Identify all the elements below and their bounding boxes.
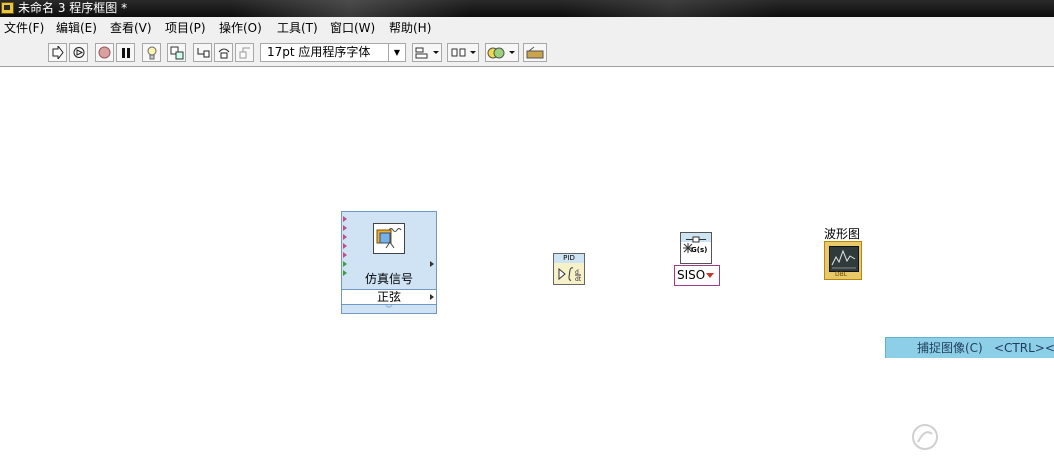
menu-tools[interactable]: 工具(T) — [277, 20, 318, 36]
svg-text:dt: dt — [575, 276, 582, 283]
pause-icon — [121, 47, 130, 58]
reorder-button[interactable] — [485, 43, 519, 62]
waveform-chart-terminal[interactable]: DBL — [824, 241, 862, 280]
distribute-objects-button[interactable] — [447, 43, 479, 62]
watermark-icon — [912, 424, 938, 450]
waveform-type-badge: DBL — [835, 271, 848, 278]
run-continuously-button[interactable] — [69, 43, 88, 62]
pid-integral-icon: d dt — [558, 267, 582, 283]
expand-node-handle[interactable]: ︾ — [342, 306, 436, 313]
menu-file[interactable]: 文件(F) — [4, 20, 44, 36]
menu-help[interactable]: 帮助(H) — [389, 20, 431, 36]
siso-dropdown-icon — [706, 273, 714, 278]
waveform-chart-icon — [829, 246, 859, 272]
retain-wire-values-button[interactable] — [167, 43, 186, 62]
output-terminal-arrow — [430, 261, 434, 267]
menu-window[interactable]: 窗口(W) — [330, 20, 375, 36]
watermark-logo — [904, 418, 1044, 458]
clean-up-icon — [526, 46, 544, 58]
run-continuously-icon — [73, 47, 84, 58]
capture-image-shortcut: <CTRL><S — [994, 341, 1054, 355]
abort-button[interactable] — [95, 43, 114, 62]
menu-edit[interactable]: 编辑(E) — [56, 20, 97, 36]
run-arrow-icon — [52, 46, 64, 59]
waveform-chart-label: 波形图 — [824, 227, 861, 241]
step-into-icon — [197, 48, 209, 58]
title-bar: 未命名 3 程序框图 * — [0, 0, 1054, 17]
signal-type-ring[interactable]: 正弦 — [342, 289, 436, 305]
simulate-signal-icon — [373, 223, 405, 254]
pause-button[interactable] — [116, 43, 135, 62]
step-out-button[interactable] — [235, 43, 254, 62]
menu-bar: 文件(F) 编辑(E) 查看(V) 项目(P) 操作(O) 工具(T) 窗口(W… — [0, 17, 1054, 39]
siso-selector[interactable]: SISO — [674, 265, 720, 286]
menu-view[interactable]: 查看(V) — [110, 20, 152, 36]
ring-arrow-icon — [430, 294, 434, 300]
toolbar: 17pt 应用程序字体 ▼ — [0, 39, 1054, 67]
labview-app-icon — [1, 2, 14, 14]
simulate-signal-node[interactable]: 仿真信号 正弦 ︾ — [341, 211, 437, 314]
step-out-icon — [239, 47, 250, 59]
abort-icon — [98, 46, 111, 59]
capture-image-menu-item[interactable]: 捕捉图像(C) <CTRL><S — [885, 337, 1054, 358]
clean-up-diagram-button[interactable] — [523, 43, 547, 62]
capture-image-label: 捕捉图像(C) — [917, 341, 983, 355]
retain-values-icon — [170, 46, 183, 59]
reorder-icon — [487, 47, 515, 58]
distribute-objects-icon — [451, 48, 476, 57]
menu-operate[interactable]: 操作(O) — [219, 20, 262, 36]
step-over-icon — [218, 48, 229, 59]
transfer-function-node[interactable]: G(s) — [680, 232, 712, 264]
font-select-value: 17pt 应用程序字体 — [267, 45, 371, 59]
step-over-button[interactable] — [214, 43, 233, 62]
align-objects-button[interactable] — [412, 43, 442, 62]
simulate-signal-label: 仿真信号 — [364, 272, 413, 286]
chevron-down-icon: ▼ — [388, 44, 405, 61]
font-select[interactable]: 17pt 应用程序字体 ▼ — [260, 43, 406, 62]
pid-header: PID — [554, 254, 584, 263]
transfer-function-glyph: G(s) — [691, 246, 708, 254]
window-title: 未命名 3 程序框图 * — [18, 1, 128, 15]
align-objects-icon — [415, 47, 439, 59]
step-into-button[interactable] — [193, 43, 212, 62]
siso-value: SISO — [677, 268, 706, 282]
signal-type-value: 正弦 — [376, 290, 401, 304]
pid-node[interactable]: PID d dt — [553, 253, 585, 285]
menu-project[interactable]: 项目(P) — [165, 20, 206, 36]
block-diagram-canvas[interactable] — [0, 67, 1054, 467]
highlight-execution-button[interactable] — [142, 43, 161, 62]
titlebar-glow-2 — [560, 0, 780, 17]
lightbulb-icon — [147, 46, 156, 59]
run-button[interactable] — [48, 43, 67, 62]
titlebar-glow — [230, 0, 470, 17]
transfer-function-header — [681, 233, 711, 243]
